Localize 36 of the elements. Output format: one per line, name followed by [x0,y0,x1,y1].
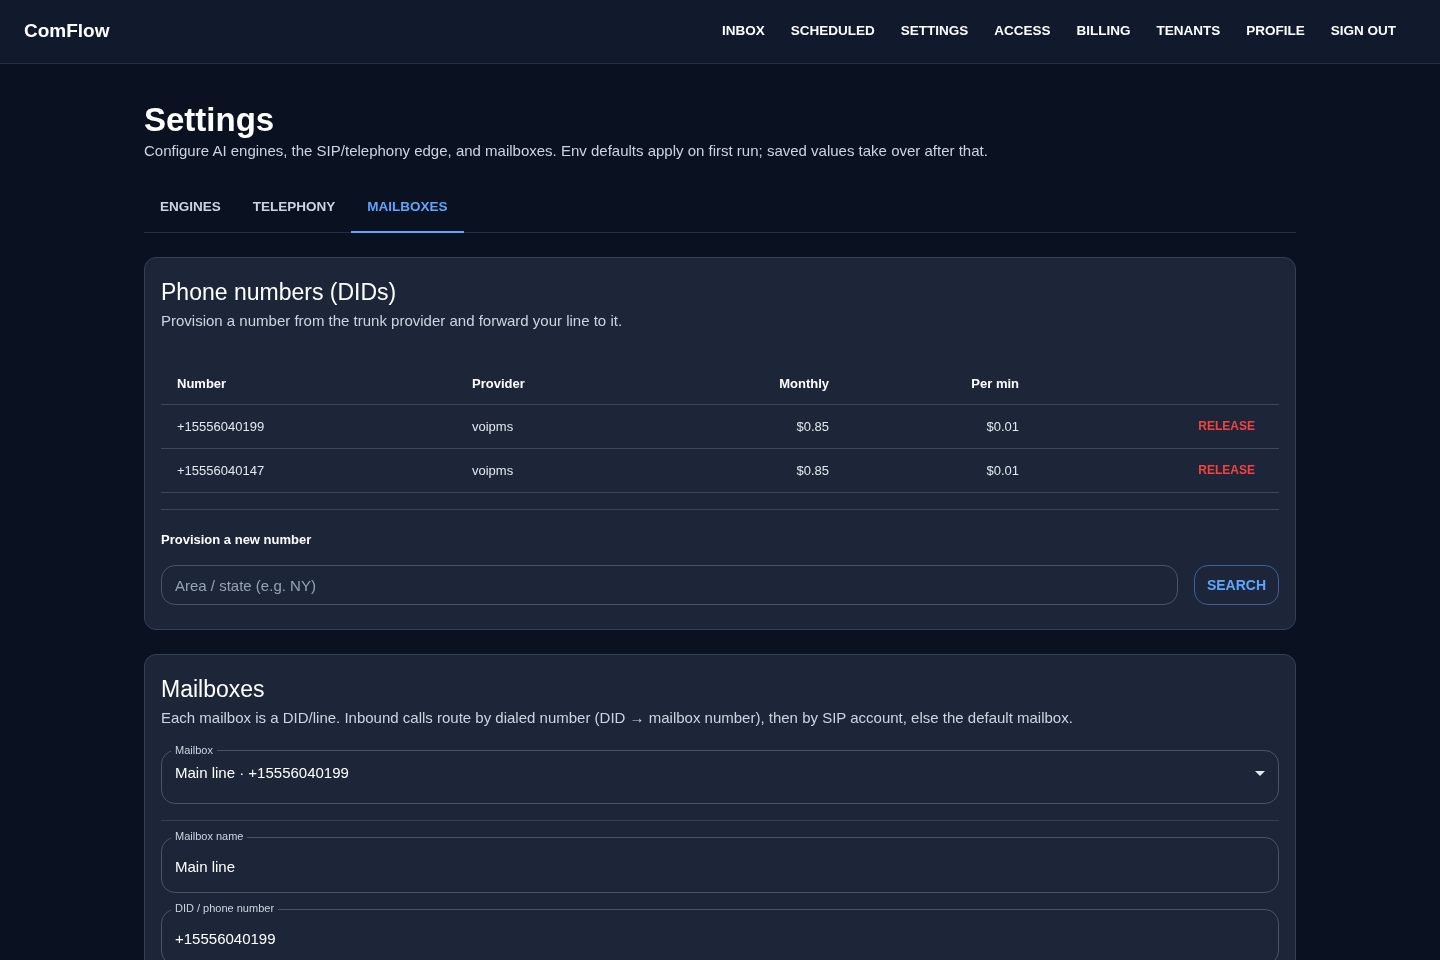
table-cell: $0.01 [845,404,1035,449]
column-header: Number [161,364,456,405]
table-cell: voipms [456,448,695,493]
card-subtitle: Each mailbox is a DID/line. Inbound calls route by dialed number (DID → mailbox number), then by SIP account, else the default mailbox. [161,708,1074,729]
nav-link[interactable]: INBOX [709,17,777,46]
page-title: Settings [144,100,276,140]
table-cell: $0.01 [845,448,1035,493]
card-title: Phone numbers (DIDs) [161,277,398,306]
column-header: Provider [456,364,695,405]
tab[interactable]: TELEPHONY [236,182,352,233]
release-button[interactable]: RELEASE [1190,457,1263,484]
tab[interactable]: MAILBOXES [351,182,464,233]
caret-icon [1255,771,1265,776]
release-button[interactable]: RELEASE [1190,413,1263,440]
table-cell: +15556040199 [161,404,456,449]
nav-link[interactable]: PROFILE [1234,17,1317,46]
table-cell: voipms [456,404,695,449]
section-label: Provision a new number [161,530,313,549]
nav-link[interactable]: TENANTS [1144,17,1233,46]
nav-link[interactable]: SETTINGS [888,17,981,46]
tab[interactable]: ENGINES [144,182,237,233]
nav-link[interactable]: ACCESS [982,17,1063,46]
card-title: Mailboxes [161,675,266,704]
table-cell: $0.85 [695,448,845,493]
search-button[interactable]: SEARCH [1193,565,1279,606]
column-header: Per min [845,364,1035,405]
card-subtitle: Provision a number from the trunk provider and forward your line to it. [161,310,624,331]
nav-link[interactable]: SIGN OUT [1318,17,1408,46]
nav-link[interactable]: BILLING [1064,17,1143,46]
brand-logo[interactable]: ComFlow [24,17,110,46]
page-subtitle: Configure AI engines, the SIP/telephony edge, and mailboxes. Env defaults apply on first run; saved values take over after that. [144,141,989,161]
column-header: Monthly [695,364,845,405]
area-search-field[interactable]: Area / state (e.g. NY) [161,565,1178,606]
table-cell: +15556040147 [161,448,456,493]
nav-link[interactable]: SCHEDULED [778,17,887,46]
table-cell: $0.85 [695,404,845,449]
